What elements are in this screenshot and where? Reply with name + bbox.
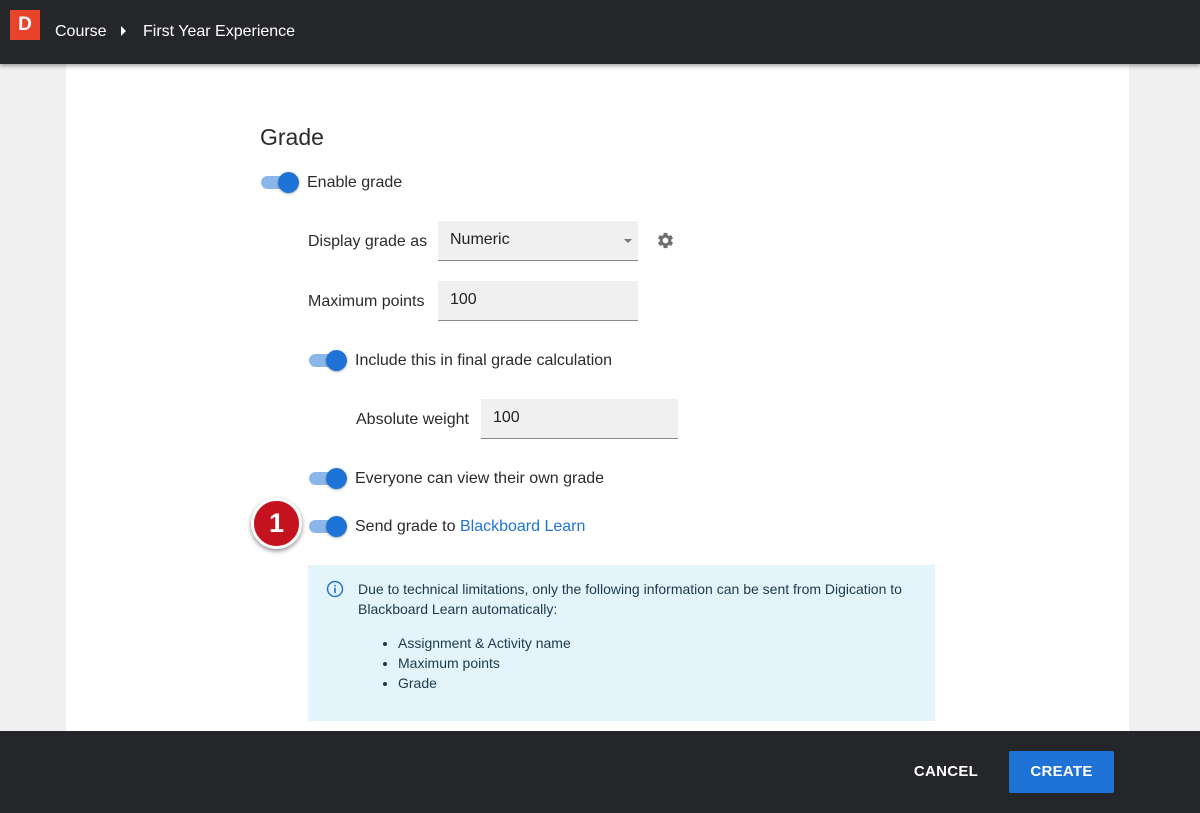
info-list: Assignment & Activity name Maximum point… <box>398 633 571 693</box>
list-item: Grade <box>398 673 571 693</box>
section-title: Grade <box>260 124 324 150</box>
send-grade-text: Send grade to <box>355 518 456 535</box>
display-grade-value: Numeric <box>450 231 510 248</box>
gear-icon[interactable] <box>656 231 675 250</box>
list-item: Maximum points <box>398 653 571 673</box>
absolute-weight-input[interactable]: 100 <box>481 399 678 439</box>
display-grade-label: Display grade as <box>308 233 428 250</box>
cancel-button[interactable]: CANCEL <box>900 751 992 793</box>
app-logo[interactable]: D <box>10 10 40 40</box>
include-final-label: Include this in final grade calculation <box>355 352 613 369</box>
maximum-points-input[interactable]: 100 <box>438 281 638 321</box>
chevron-right-icon <box>121 26 126 36</box>
info-message: Due to technical limitations, only the f… <box>358 581 902 617</box>
enable-grade-label: Enable grade <box>307 174 403 191</box>
send-grade-label: Send grade to Blackboard Learn <box>355 518 585 536</box>
everyone-view-toggle[interactable] <box>309 467 347 489</box>
include-final-toggle[interactable] <box>309 349 347 371</box>
everyone-view-label: Everyone can view their own grade <box>355 470 605 487</box>
maximum-points-label: Maximum points <box>308 293 425 310</box>
info-icon <box>326 580 344 598</box>
enable-grade-toggle[interactable] <box>261 171 299 193</box>
absolute-weight-label: Absolute weight <box>356 411 469 428</box>
list-item: Assignment & Activity name <box>398 633 571 653</box>
blackboard-learn-link[interactable]: Blackboard Learn <box>460 518 585 535</box>
send-grade-toggle[interactable] <box>309 515 347 537</box>
info-box: Due to technical limitations, only the f… <box>308 565 935 721</box>
display-grade-select[interactable]: Numeric <box>438 221 638 261</box>
chevron-down-icon <box>624 239 632 243</box>
breadcrumb-course-name[interactable]: First Year Experience <box>143 23 295 41</box>
create-button[interactable]: CREATE <box>1009 751 1114 793</box>
step-number-badge: 1 <box>251 498 302 549</box>
breadcrumb-course[interactable]: Course <box>55 23 107 41</box>
top-bar: D Course First Year Experience <box>0 0 1200 64</box>
